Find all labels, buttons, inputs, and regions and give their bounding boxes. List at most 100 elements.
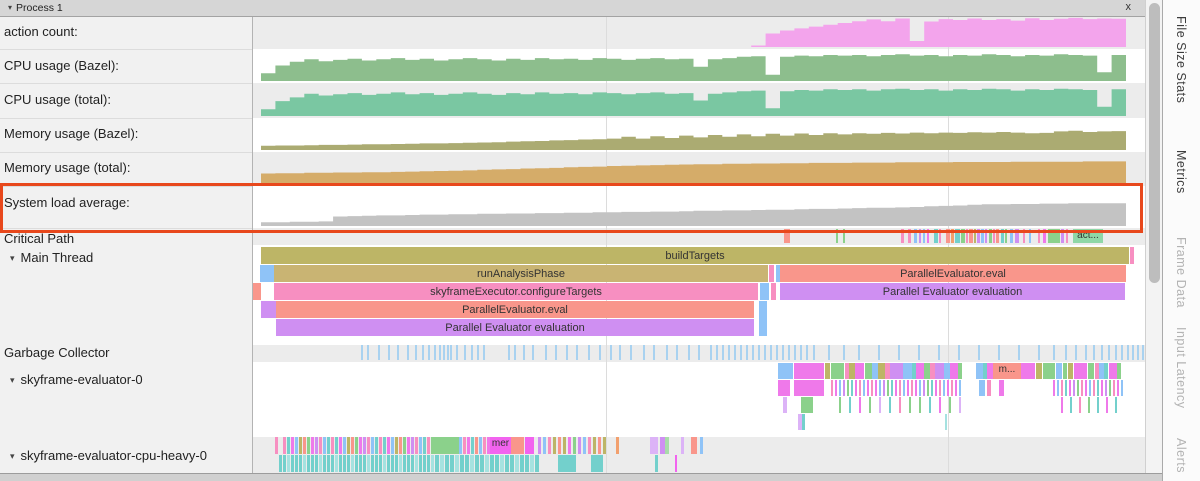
garbage-collector-track[interactable] xyxy=(253,345,1145,362)
trace-block xyxy=(879,397,881,413)
trace-block xyxy=(919,380,921,396)
trace-block xyxy=(959,380,961,396)
tab-file-size-stats[interactable]: File Size Stats xyxy=(1174,16,1188,103)
main-thread-track[interactable]: buildTargetsrunAnalysisPhase ParallelEval… xyxy=(253,247,1145,337)
counter-label-cpu-bazel: CPU usage (Bazel): xyxy=(4,58,119,73)
vertical-scrollbar-thumb[interactable] xyxy=(1149,3,1160,283)
trace-block xyxy=(391,455,394,472)
trace-block xyxy=(831,380,833,396)
trace-span[interactable]: skyframeExecutor.configureTargets xyxy=(274,283,758,300)
thread-row-main-thread[interactable]: ▾Main Thread xyxy=(10,250,93,265)
trace-block xyxy=(1137,345,1139,360)
trace-block xyxy=(630,345,632,360)
trace-span[interactable]: m... xyxy=(993,363,1021,379)
cpu-usage-bazel-chart[interactable] xyxy=(253,49,1145,83)
trace-block xyxy=(1127,345,1129,360)
chevron-down-icon[interactable]: ▾ xyxy=(8,3,12,12)
trace-span[interactable]: mer xyxy=(490,437,511,454)
skyframe-evaluator-cpu-heavy-0-track[interactable]: mer xyxy=(253,437,1145,473)
trace-block xyxy=(260,265,274,282)
critical-path-track[interactable]: act... xyxy=(253,229,1145,245)
chevron-down-icon[interactable]: ▾ xyxy=(10,253,15,264)
trace-block xyxy=(1117,363,1121,379)
timeline-canvas[interactable]: act... buildTargetsrunAnalysisPhase Paral… xyxy=(253,0,1145,473)
trace-block xyxy=(898,345,900,360)
counter-label-cpu-total: CPU usage (total): xyxy=(4,92,111,107)
tab-input-latency[interactable]: Input Latency xyxy=(1174,327,1188,409)
trace-block xyxy=(291,437,294,454)
trace-block xyxy=(578,437,581,454)
trace-span[interactable]: ParallelEvaluator.eval xyxy=(780,265,1126,282)
trace-block xyxy=(511,437,524,454)
trace-span[interactable]: runAnalysisPhase xyxy=(274,265,768,282)
cpu-usage-total-chart[interactable] xyxy=(253,83,1145,118)
trace-block xyxy=(1101,345,1103,360)
trace-block xyxy=(411,455,414,472)
trace-block xyxy=(388,345,390,360)
trace-span[interactable]: Parallel Evaluator evaluation xyxy=(780,283,1125,300)
trace-block xyxy=(1088,397,1090,413)
trace-block xyxy=(869,397,871,413)
trace-block xyxy=(616,437,619,454)
trace-block xyxy=(1068,363,1073,379)
process-header[interactable]: ▾Process 1 x xyxy=(0,0,1145,17)
chevron-down-icon[interactable]: ▾ xyxy=(10,375,15,386)
close-button[interactable]: x xyxy=(1126,1,1132,13)
process-title-row[interactable]: ▾Process 1 xyxy=(8,2,63,14)
trace-block xyxy=(914,229,917,243)
section-label-garbage-collector: Garbage Collector xyxy=(4,345,110,360)
trace-block xyxy=(934,229,938,243)
trace-block xyxy=(1001,229,1004,243)
action-count-chart[interactable] xyxy=(253,16,1145,49)
trace-block xyxy=(1113,380,1115,396)
trace-block xyxy=(363,437,366,454)
trace-span[interactable]: ParallelEvaluator.eval xyxy=(276,301,754,318)
trace-block xyxy=(998,345,1000,360)
system-load-chart[interactable] xyxy=(253,186,1145,228)
trace-block xyxy=(287,455,290,472)
memory-usage-bazel-chart[interactable] xyxy=(253,118,1145,152)
trace-span[interactable]: act... xyxy=(1073,229,1103,243)
trace-block xyxy=(1088,363,1094,379)
tab-metrics[interactable]: Metrics xyxy=(1174,150,1188,194)
thread-label: skyframe-evaluator-0 xyxy=(21,372,143,387)
trace-block xyxy=(339,437,342,454)
thread-row-skyframe-evaluator-cpu-heavy-0[interactable]: ▾skyframe-evaluator-cpu-heavy-0 xyxy=(10,448,207,463)
trace-block xyxy=(477,345,479,360)
trace-block xyxy=(1108,345,1110,360)
trace-block xyxy=(331,437,334,454)
trace-span[interactable]: Parallel Evaluator evaluation xyxy=(276,319,754,336)
trace-block xyxy=(375,437,378,454)
trace-block xyxy=(778,363,793,379)
counter-label-action-count: action count: xyxy=(4,24,78,39)
trace-block xyxy=(946,229,950,243)
trace-block xyxy=(782,345,784,360)
chevron-down-icon[interactable]: ▾ xyxy=(10,451,15,462)
trace-span[interactable]: buildTargets xyxy=(261,247,1129,264)
horizontal-scrollbar[interactable] xyxy=(0,473,1162,481)
vertical-scrollbar[interactable] xyxy=(1145,0,1163,481)
trace-block xyxy=(931,380,933,396)
memory-usage-total-chart[interactable] xyxy=(253,152,1145,186)
trace-block xyxy=(367,345,369,360)
trace-block xyxy=(508,345,510,360)
trace-block xyxy=(1075,345,1077,360)
trace-block xyxy=(859,380,861,396)
skyframe-evaluator-0-track[interactable]: m... xyxy=(253,363,1145,431)
trace-block xyxy=(887,380,889,396)
section-label-critical-path: Critical Path xyxy=(4,231,74,246)
tab-frame-data[interactable]: Frame Data xyxy=(1174,237,1188,308)
trace-block xyxy=(871,380,873,396)
trace-block xyxy=(839,397,841,413)
trace-block xyxy=(335,455,338,472)
trace-block xyxy=(939,380,941,396)
trace-block xyxy=(875,380,877,396)
trace-block xyxy=(347,455,350,472)
tab-alerts[interactable]: Alerts xyxy=(1174,438,1188,473)
trace-block xyxy=(929,397,931,413)
trace-block xyxy=(903,380,905,396)
trace-block xyxy=(583,437,586,454)
thread-row-skyframe-evaluator-0[interactable]: ▾ skyframe-evaluator-0 xyxy=(10,372,143,387)
trace-block xyxy=(351,455,354,472)
trace-block xyxy=(996,229,999,243)
